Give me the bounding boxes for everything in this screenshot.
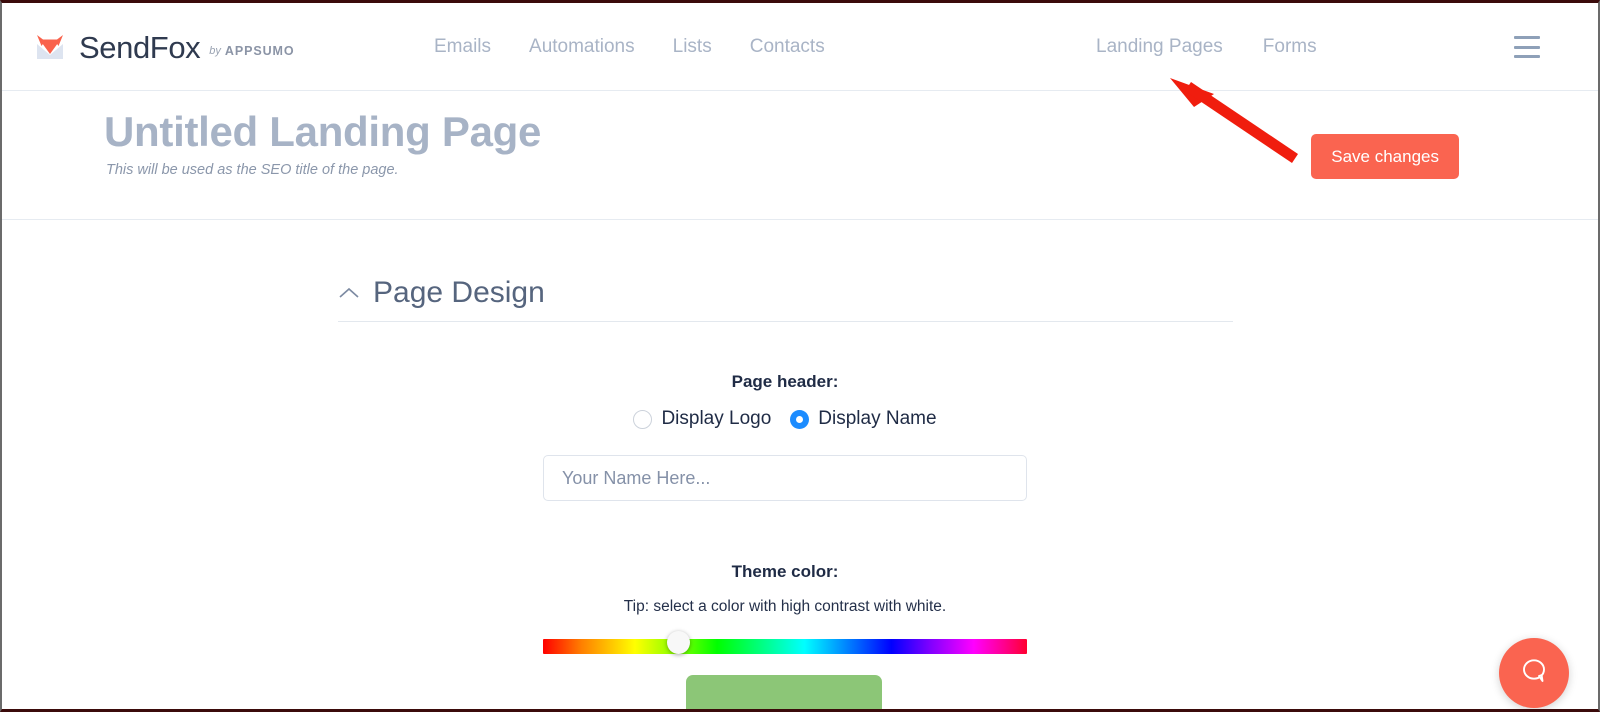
radio-display-name-label: Display Name (818, 408, 937, 429)
hamburger-menu-icon[interactable] (1514, 36, 1540, 58)
theme-color-label: Theme color: (731, 562, 839, 581)
help-chat-widget-button[interactable] (1499, 638, 1569, 708)
page-content: Page Design Page header: Display Logo Di… (2, 220, 1598, 709)
hamburger-line (1514, 55, 1540, 58)
brand-by-text: by (209, 44, 221, 57)
hue-color-slider[interactable] (543, 639, 1027, 654)
chat-bubble-icon (1517, 654, 1551, 693)
radio-display-logo[interactable]: Display Logo (633, 408, 771, 430)
primary-nav-links: Emails Automations Lists Contacts (434, 3, 825, 91)
brand-parent-name: APPSUMO (224, 43, 295, 58)
hamburger-line (1514, 45, 1540, 49)
section-title-row[interactable]: Page Design (338, 278, 1233, 308)
nav-item-landing-pages[interactable]: Landing Pages (1096, 36, 1223, 58)
theme-color-preview-button[interactable] (686, 675, 882, 709)
brand-name: SendFox (79, 29, 201, 65)
radio-display-name[interactable]: Display Name (790, 408, 937, 430)
page-title-hint: This will be used as the SEO title of th… (106, 162, 399, 178)
radio-button-unchecked-icon[interactable] (633, 409, 653, 429)
nav-item-lists[interactable]: Lists (673, 36, 712, 58)
page-title-bar: Untitled Landing Page This will be used … (2, 91, 1598, 220)
fox-envelope-logo-icon (30, 27, 70, 67)
nav-item-emails[interactable]: Emails (434, 36, 491, 58)
chevron-up-icon[interactable] (338, 286, 360, 300)
top-navigation-bar: SendFox by APPSUMO Emails Automations Li… (2, 3, 1598, 91)
theme-color-tip: Tip: select a color with high contrast w… (623, 598, 947, 615)
page-header-radio-group: Display Logo Display Name (543, 408, 1027, 430)
radio-button-checked-icon[interactable] (790, 409, 810, 429)
display-name-input[interactable] (543, 455, 1027, 501)
app-window: SendFox by APPSUMO Emails Automations Li… (0, 0, 1600, 712)
page-title[interactable]: Untitled Landing Page (104, 107, 541, 157)
section-divider (338, 321, 1233, 322)
page-design-section-header: Page Design (338, 278, 1233, 322)
nav-item-contacts[interactable]: Contacts (750, 36, 825, 58)
page-header-label: Page header: (731, 372, 839, 391)
nav-item-automations[interactable]: Automations (529, 36, 635, 58)
brand-logo-group[interactable]: SendFox by APPSUMO (30, 25, 294, 69)
hue-slider-handle[interactable] (667, 631, 690, 654)
nav-item-forms[interactable]: Forms (1263, 36, 1317, 58)
secondary-nav-links: Landing Pages Forms (1096, 3, 1317, 91)
radio-display-logo-label: Display Logo (661, 408, 772, 429)
hamburger-line (1514, 36, 1540, 39)
section-title: Page Design (373, 276, 545, 309)
save-changes-button[interactable]: Save changes (1311, 134, 1459, 179)
